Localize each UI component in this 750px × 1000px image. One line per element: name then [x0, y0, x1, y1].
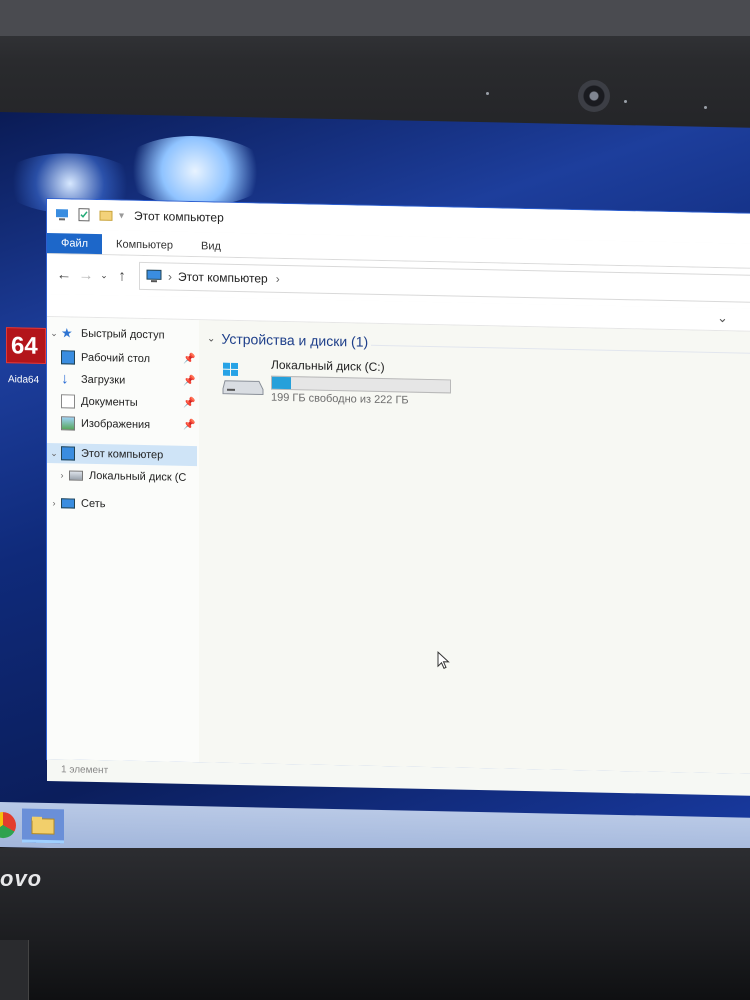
forward-arrow-icon[interactable]: →	[75, 266, 97, 283]
up-arrow-icon[interactable]: ↑	[111, 267, 133, 284]
new-folder-icon[interactable]	[99, 208, 113, 222]
properties-icon[interactable]	[77, 208, 91, 222]
nav-item-images[interactable]: Изображения	[61, 413, 150, 435]
download-arrow-icon: ↓	[61, 370, 69, 388]
tab-file[interactable]: Файл	[47, 232, 103, 255]
file-explorer-taskbar-button[interactable]	[22, 808, 64, 844]
nav-item-quick-access[interactable]: ⌄ ★ Быстрый доступ	[47, 323, 165, 345]
drive-name: Локальный диск (C:)	[271, 357, 385, 375]
tab-view[interactable]: Вид	[187, 236, 235, 257]
drive-usage-bar	[271, 375, 451, 394]
pin-icon[interactable]: 📌	[183, 420, 195, 431]
computer-icon	[61, 446, 75, 461]
network-icon	[61, 498, 75, 509]
nav-item-label: Рабочий стол	[81, 351, 151, 366]
computer-icon[interactable]	[55, 207, 69, 221]
nav-item-label: Загрузки	[81, 373, 126, 387]
drive-item-c[interactable]: Локальный диск (C:) 199 ГБ свободно из 2…	[221, 357, 461, 412]
webcam-icon	[578, 80, 610, 112]
breadcrumb-chevron-icon[interactable]: ›	[168, 270, 172, 284]
background-surface	[0, 0, 750, 36]
breadcrumb-this-pc[interactable]: Этот компьютер	[178, 270, 268, 286]
aida64-label[interactable]: Aida64	[8, 374, 39, 386]
nav-item-documents[interactable]: Документы	[61, 391, 138, 413]
chevron-down-icon[interactable]: ⌄	[207, 333, 215, 344]
tab-computer[interactable]: Компьютер	[102, 234, 187, 256]
drive-free-space: 199 ГБ свободно из 222 ГБ	[271, 391, 409, 407]
screen: 64 Aida64 ▾ Этот компьютер Файл Компьюте…	[0, 112, 750, 863]
window-title: Этот компьютер	[134, 208, 224, 225]
aida64-icon-text: 64	[11, 332, 38, 360]
computer-icon	[146, 269, 162, 283]
drive-icon	[69, 470, 83, 481]
wallpaper-light	[120, 134, 270, 208]
address-dropdown-icon[interactable]: ⌄	[717, 310, 728, 326]
nav-item-desktop[interactable]: Рабочий стол	[61, 347, 150, 369]
group-header-label: Устройства и диски (1)	[221, 330, 369, 350]
chevron-right-icon[interactable]: ›	[47, 498, 61, 508]
customize-quick-access-icon[interactable]: ▾	[119, 210, 124, 221]
breadcrumb-chevron-icon[interactable]: ›	[276, 272, 280, 286]
navigation-pane: ⌄ ★ Быстрый доступ Рабочий стол 📌 ↓ Загр…	[47, 316, 199, 763]
chevron-down-icon[interactable]: ⌄	[47, 327, 61, 338]
back-arrow-icon[interactable]: ←	[53, 266, 75, 283]
nav-item-label: Сеть	[81, 497, 106, 511]
document-icon	[61, 394, 75, 409]
chrome-icon[interactable]	[0, 811, 16, 839]
folder-icon	[31, 816, 55, 835]
content-pane[interactable]: ⌄ Устройства и диски (1) Локальный диск …	[199, 320, 750, 775]
indicator-dot	[624, 100, 627, 103]
file-explorer-window: ▾ Этот компьютер Файл Компьютер Вид ← → …	[47, 198, 750, 797]
nav-item-label: Изображения	[81, 417, 151, 432]
nav-item-label: Быстрый доступ	[81, 327, 165, 342]
laptop-bezel-bottom	[0, 848, 750, 1000]
explorer-body: ⌄ ★ Быстрый доступ Рабочий стол 📌 ↓ Загр…	[47, 316, 750, 775]
nav-item-downloads[interactable]: ↓ Загрузки	[61, 369, 125, 390]
desktop-icon	[61, 350, 75, 365]
nav-item-label: Документы	[81, 395, 138, 409]
group-divider	[371, 344, 750, 358]
recent-locations-icon[interactable]: ⌄	[97, 270, 111, 281]
laptop-hinge	[0, 940, 29, 1000]
nav-item-label: Локальный диск (C	[89, 469, 187, 484]
drive-usage-fill	[272, 376, 291, 390]
nav-item-this-pc[interactable]: ⌄ Этот компьютер	[47, 442, 197, 467]
aida64-icon[interactable]: 64	[6, 327, 46, 364]
group-header-devices[interactable]: ⌄ Устройства и диски (1)	[207, 330, 369, 350]
windows-drive-icon	[222, 362, 264, 396]
chevron-down-icon[interactable]: ⌄	[47, 447, 61, 458]
nav-item-local-disk[interactable]: › Локальный диск (C	[47, 465, 187, 488]
nav-item-network[interactable]: › Сеть	[47, 493, 106, 514]
mouse-cursor-icon	[437, 651, 450, 669]
item-count: 1 элемент	[61, 764, 109, 777]
nav-item-label: Этот компьютер	[81, 447, 164, 462]
indicator-dot	[704, 106, 707, 109]
chevron-right-icon[interactable]: ›	[55, 470, 69, 480]
images-icon	[61, 416, 75, 431]
lenovo-logo: ovo	[0, 866, 43, 891]
pin-icon[interactable]: 📌	[183, 354, 195, 365]
pin-icon[interactable]: 📌	[183, 398, 195, 409]
indicator-dot	[486, 92, 489, 95]
star-icon: ★	[61, 325, 73, 341]
pin-icon[interactable]: 📌	[183, 376, 195, 387]
